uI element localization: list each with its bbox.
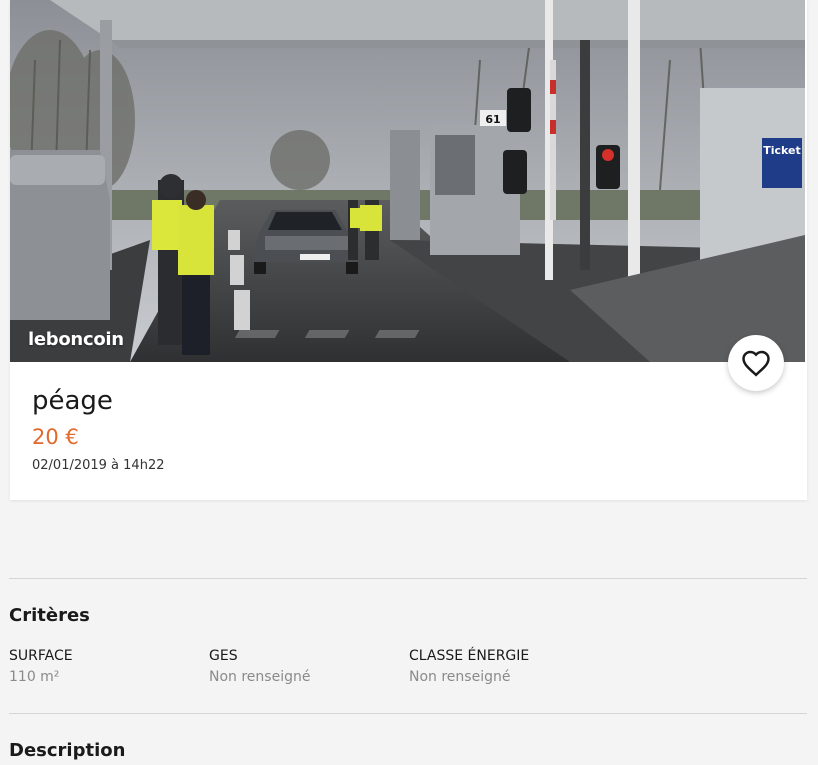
criteria-label: CLASSE ÉNERGIE	[409, 648, 530, 664]
criteria-energy-class: CLASSE ÉNERGIE Non renseigné	[409, 648, 529, 685]
ad-price: 20 €	[32, 425, 79, 449]
ad-date: 02/01/2019 à 14h22	[32, 458, 165, 473]
ad-photo[interactable]: 61 Ticket leboncoin	[10, 0, 805, 362]
criteria-value: 110 m²	[9, 669, 60, 685]
criteria-surface: SURFACE 110 m²	[9, 648, 73, 685]
criteria-ges: GES Non renseigné	[209, 648, 310, 685]
favorite-button[interactable]	[728, 335, 784, 391]
heart-icon	[742, 350, 770, 377]
divider-bottom	[9, 713, 807, 714]
photo-watermark: leboncoin	[28, 329, 124, 350]
criteria-value: Non renseigné	[409, 669, 511, 685]
ticket-sign: Ticket	[763, 144, 801, 157]
criteria-heading: Critères	[9, 605, 90, 626]
criteria-value: Non renseigné	[209, 669, 311, 685]
ad-title: péage	[32, 386, 113, 416]
criteria-label: GES	[209, 648, 238, 664]
divider-top	[9, 578, 807, 579]
booth-number: 61	[485, 113, 500, 126]
ad-card: 61 Ticket leboncoin péage 20 € 02/01/201…	[10, 0, 807, 500]
criteria-label: SURFACE	[9, 648, 73, 664]
description-heading: Description	[9, 740, 126, 761]
toll-booth-photo: 61 Ticket	[10, 0, 805, 362]
